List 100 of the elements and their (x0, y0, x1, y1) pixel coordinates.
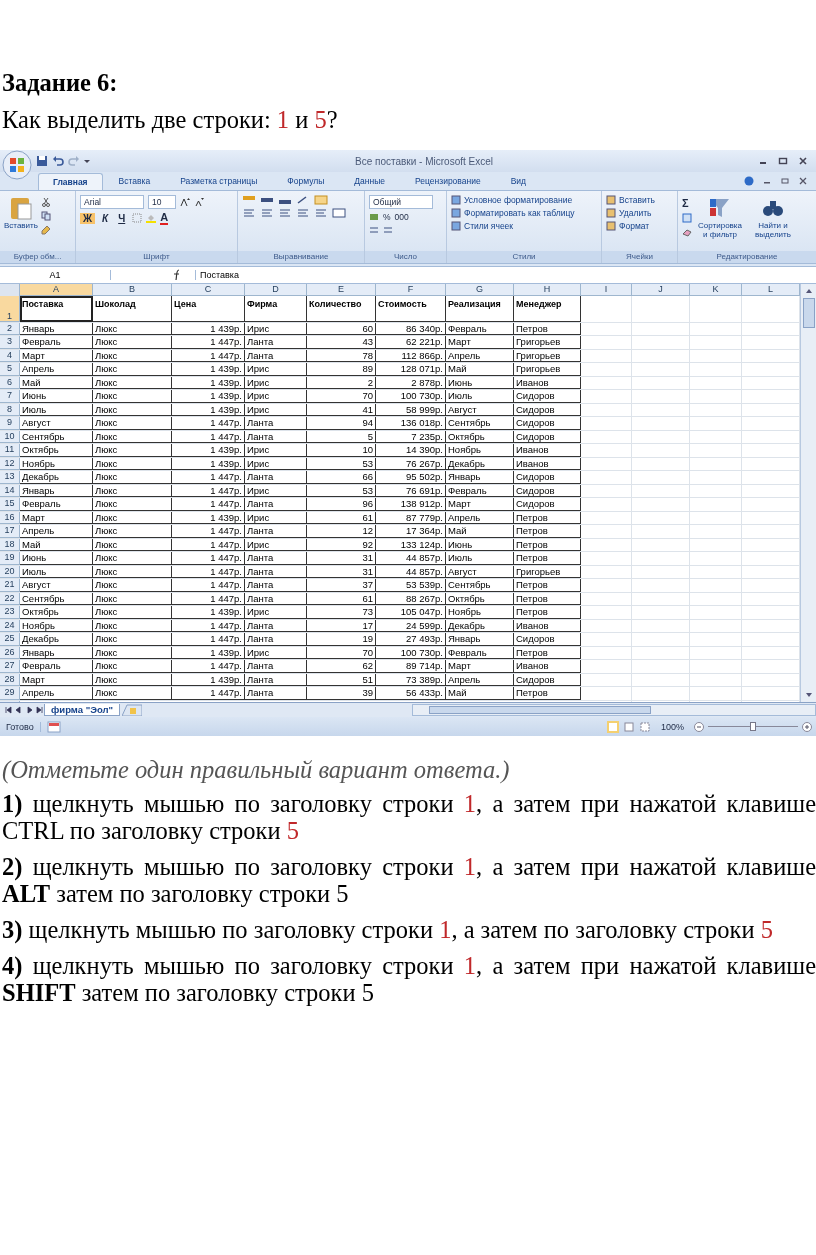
find-select-button[interactable]: Найти и выделить (748, 194, 798, 239)
row-header[interactable]: 21 (0, 579, 20, 592)
font-color-button[interactable]: A (160, 211, 169, 225)
column-header[interactable]: H (514, 283, 581, 296)
undo-icon[interactable] (52, 155, 64, 167)
column-header[interactable]: G (446, 283, 514, 296)
table-cell: 1 447р. (172, 660, 245, 673)
row-header[interactable]: 7 (0, 390, 20, 403)
row-header[interactable]: 5 (0, 363, 20, 376)
column-header[interactable]: E (307, 283, 376, 296)
cell-icon[interactable] (606, 194, 616, 205)
font-name-field[interactable]: Arial (80, 194, 144, 209)
slider-thumb[interactable] (750, 721, 756, 731)
macro-record-icon[interactable] (46, 720, 61, 733)
column-header[interactable]: I (581, 283, 632, 296)
scissors-icon[interactable] (40, 196, 51, 207)
percent-button[interactable]: % (383, 211, 391, 222)
ribbon-command[interactable]: Удалить (606, 207, 673, 218)
table-cell: Люкс (93, 579, 172, 592)
fill-color-icon[interactable] (146, 213, 157, 224)
row-header[interactable]: 15 (0, 498, 20, 511)
ribbon-tab[interactable]: Рецензирование (401, 172, 495, 190)
ribbon-command[interactable]: Форматировать как таблицу (451, 207, 597, 218)
answer-option[interactable]: 2) щелкнуть мышью по заголовку строки 1, а затем при нажатой клавише ALT затем по заголовку строки 5 (2, 853, 816, 907)
paste-button[interactable]: Вставить (4, 194, 38, 235)
horizontal-scrollbar[interactable] (412, 704, 816, 717)
sheet-tab[interactable]: фирма "Эол" (44, 704, 121, 717)
ribbon-tab[interactable]: Вид (496, 172, 541, 190)
table-cell: Люкс (93, 687, 172, 700)
scroll-thumb[interactable] (803, 297, 815, 328)
font-style-button[interactable]: Ч (115, 212, 129, 224)
row-header[interactable]: 19 (0, 552, 20, 565)
style-icon[interactable] (451, 220, 461, 231)
ribbon-tab[interactable]: Главная (38, 172, 103, 190)
ribbon-tab[interactable]: Вставка (104, 172, 165, 190)
answer-option[interactable]: 3) щелкнуть мышью по заголовку строки 1, а затем по заголовку строки 5 (2, 916, 816, 943)
autosum-button[interactable]: Σ (682, 196, 692, 209)
page-layout-icon[interactable] (622, 720, 635, 733)
dropdown-icon[interactable] (84, 158, 90, 164)
column-header[interactable]: C (172, 283, 245, 296)
column-header[interactable]: B (93, 283, 172, 296)
restore-icon[interactable] (780, 175, 790, 186)
answer-option[interactable]: 4) щелкнуть мышью по заголовку строки 1, а затем при нажатой клавише SHIFT затем по заголовку строки 5 (2, 952, 816, 1006)
page-break-icon[interactable] (638, 720, 651, 733)
row-header[interactable]: 3 (0, 336, 20, 349)
column-header[interactable]: K (690, 283, 742, 296)
zoom-out-icon[interactable] (694, 721, 704, 732)
sheet-navigation-icon[interactable] (4, 705, 44, 716)
style-icon[interactable] (451, 194, 461, 205)
sort-filter-button[interactable]: Сортировка и фильтр (695, 194, 745, 239)
decrease-decimal-icon[interactable] (383, 224, 393, 235)
vertical-scrollbar[interactable] (800, 283, 816, 703)
table-cell: Ланта (245, 525, 307, 538)
column-header[interactable]: D (245, 283, 307, 296)
ribbon-command[interactable]: Вставить (606, 194, 673, 205)
font-style-button[interactable]: Ж (80, 212, 96, 224)
name-box[interactable]: A1 (0, 269, 111, 280)
font-shrink-icon[interactable] (194, 196, 204, 207)
column-header[interactable]: F (376, 283, 446, 296)
ribbon-command[interactable]: Формат (606, 220, 673, 231)
office-logo-icon[interactable] (2, 150, 32, 180)
help-icon[interactable] (744, 175, 754, 186)
font-size-field[interactable]: 10 (148, 194, 176, 209)
answer-option[interactable]: 1) щелкнуть мышью по заголовку строки 1, а затем при нажатой клавише CTRL по заголовку строки 5 (2, 790, 816, 844)
currency-icon[interactable] (369, 211, 379, 222)
column-header[interactable]: J (632, 283, 690, 296)
row-header[interactable]: 11 (0, 444, 20, 457)
cell-icon[interactable] (606, 220, 616, 231)
ribbon-tab[interactable]: Формулы (273, 172, 339, 190)
row-header[interactable]: 9 (0, 417, 20, 430)
row-header[interactable]: 27 (0, 660, 20, 673)
row-header[interactable]: 13 (0, 471, 20, 484)
row-header[interactable]: 29 (0, 687, 20, 700)
zoom-slider[interactable] (708, 721, 798, 732)
number-format-field[interactable]: Общий (369, 194, 433, 209)
zoom-in-icon[interactable] (802, 721, 812, 732)
cell-icon[interactable] (606, 207, 616, 218)
formula-field[interactable]: Поставка (195, 269, 239, 280)
row-header[interactable]: 1 (0, 295, 20, 322)
fill-icon[interactable] (682, 212, 692, 223)
font-grow-icon[interactable] (180, 196, 190, 207)
ribbon-tab[interactable]: Данные (340, 172, 399, 190)
row-header[interactable]: 25 (0, 633, 20, 646)
close-icon[interactable] (798, 175, 808, 186)
ribbon-tab[interactable]: Разметка страницы (166, 172, 272, 190)
row-header[interactable]: 23 (0, 606, 20, 619)
row-header[interactable]: 17 (0, 525, 20, 538)
font-style-button[interactable]: К (99, 212, 112, 224)
merge-cells-icon[interactable] (332, 207, 346, 218)
ribbon-command[interactable]: Условное форматирование (451, 194, 597, 205)
close-icon[interactable] (798, 156, 808, 166)
maximize-icon[interactable] (778, 156, 788, 166)
ribbon-command[interactable]: Стили ячеек (451, 220, 597, 231)
style-icon[interactable] (451, 207, 461, 218)
ribbon-group-label: Шрифт (76, 250, 237, 263)
thousands-button[interactable]: 000 (394, 211, 409, 222)
copy-icon[interactable] (40, 210, 51, 221)
brush-icon[interactable] (40, 224, 51, 235)
save-icon[interactable] (36, 155, 48, 167)
increase-decimal-icon[interactable] (369, 224, 379, 235)
